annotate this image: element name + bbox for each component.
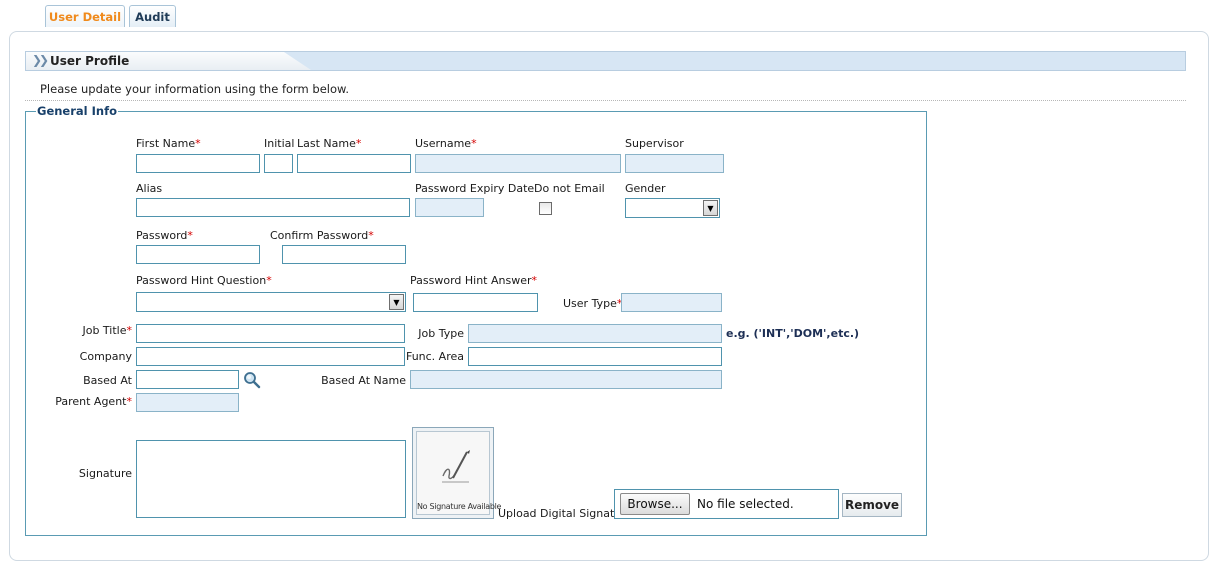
- company-input[interactable]: [136, 347, 405, 366]
- initial-input[interactable]: [264, 154, 293, 173]
- general-info-legend: General Info: [36, 104, 118, 118]
- signature-preview: No Signature Available: [412, 427, 502, 519]
- hint-answer-label: Password Hint Answer*: [410, 274, 537, 287]
- initial-label: Initial: [264, 137, 295, 150]
- intro-text: Please update your information using the…: [40, 82, 350, 96]
- based-at-name-input[interactable]: [410, 370, 722, 389]
- magnifier-icon[interactable]: [243, 371, 261, 389]
- password-expiry-date-input[interactable]: [415, 198, 484, 217]
- job-title-label: Job Title*: [82, 324, 132, 337]
- upload-signature-label: Upload Digital Signature: [498, 507, 633, 520]
- user-type-label: User Type*: [563, 297, 623, 310]
- do-not-email-label: Do not Email: [534, 182, 605, 195]
- parent-agent-label: Parent Agent*: [55, 395, 132, 408]
- last-name-input[interactable]: [297, 154, 411, 173]
- confirm-password-input[interactable]: [282, 245, 406, 264]
- confirm-password-label: Confirm Password*: [270, 229, 374, 242]
- panel-header: ❯❯ User Profile: [25, 51, 1186, 71]
- first-name-label: First Name*: [136, 137, 201, 150]
- supervisor-label: Supervisor: [625, 137, 684, 150]
- double-chevron-right-icon: ❯❯: [32, 53, 49, 67]
- based-at-label: Based At: [83, 374, 132, 387]
- remove-button[interactable]: Remove: [842, 493, 902, 517]
- user-type-input[interactable]: [621, 293, 722, 312]
- func-area-label: Func. Area: [405, 350, 464, 363]
- tab-user-detail[interactable]: User Detail: [45, 5, 125, 27]
- supervisor-input[interactable]: [625, 154, 724, 173]
- tab-audit[interactable]: Audit: [129, 5, 176, 27]
- gender-label: Gender: [625, 182, 666, 195]
- signature-label: Signature: [78, 467, 132, 480]
- last-name-label: Last Name*: [297, 137, 362, 150]
- parent-agent-input[interactable]: [136, 393, 239, 412]
- first-name-input[interactable]: [136, 154, 260, 173]
- password-expiry-date-label: Password Expiry Date: [415, 182, 535, 195]
- job-type-example: e.g. ('INT','DOM',etc.): [726, 327, 860, 340]
- hint-answer-input[interactable]: [413, 293, 538, 312]
- job-title-input[interactable]: [136, 324, 405, 343]
- username-input[interactable]: [415, 154, 621, 173]
- panel-title: User Profile: [50, 54, 130, 68]
- no-signature-text: No Signature Available: [417, 502, 502, 511]
- file-status: No file selected.: [697, 497, 794, 511]
- signature-textarea[interactable]: [136, 440, 406, 518]
- hint-question-select[interactable]: ▼: [136, 292, 406, 312]
- browse-button[interactable]: Browse...: [620, 493, 690, 515]
- do-not-email-checkbox[interactable]: [539, 202, 552, 215]
- gender-select[interactable]: ▼: [625, 198, 720, 218]
- chevron-down-icon[interactable]: ▼: [703, 200, 718, 216]
- hint-question-label: Password Hint Question*: [136, 274, 272, 287]
- alias-label: Alias: [136, 182, 163, 195]
- alias-input[interactable]: [136, 198, 410, 217]
- divider: [25, 100, 1186, 101]
- password-input[interactable]: [136, 245, 260, 264]
- job-type-input[interactable]: [468, 324, 722, 343]
- based-at-name-label: Based At Name: [321, 374, 406, 387]
- company-label: Company: [79, 350, 132, 363]
- chevron-down-icon[interactable]: ▼: [389, 294, 404, 310]
- signature-file-input[interactable]: Browse... No file selected.: [614, 489, 839, 519]
- username-label: Username*: [415, 137, 477, 150]
- pen-signature-icon: [442, 450, 470, 483]
- job-type-label: Job Type: [418, 327, 464, 340]
- based-at-input[interactable]: [136, 370, 239, 389]
- func-area-input[interactable]: [468, 347, 722, 366]
- password-label: Password*: [136, 229, 193, 242]
